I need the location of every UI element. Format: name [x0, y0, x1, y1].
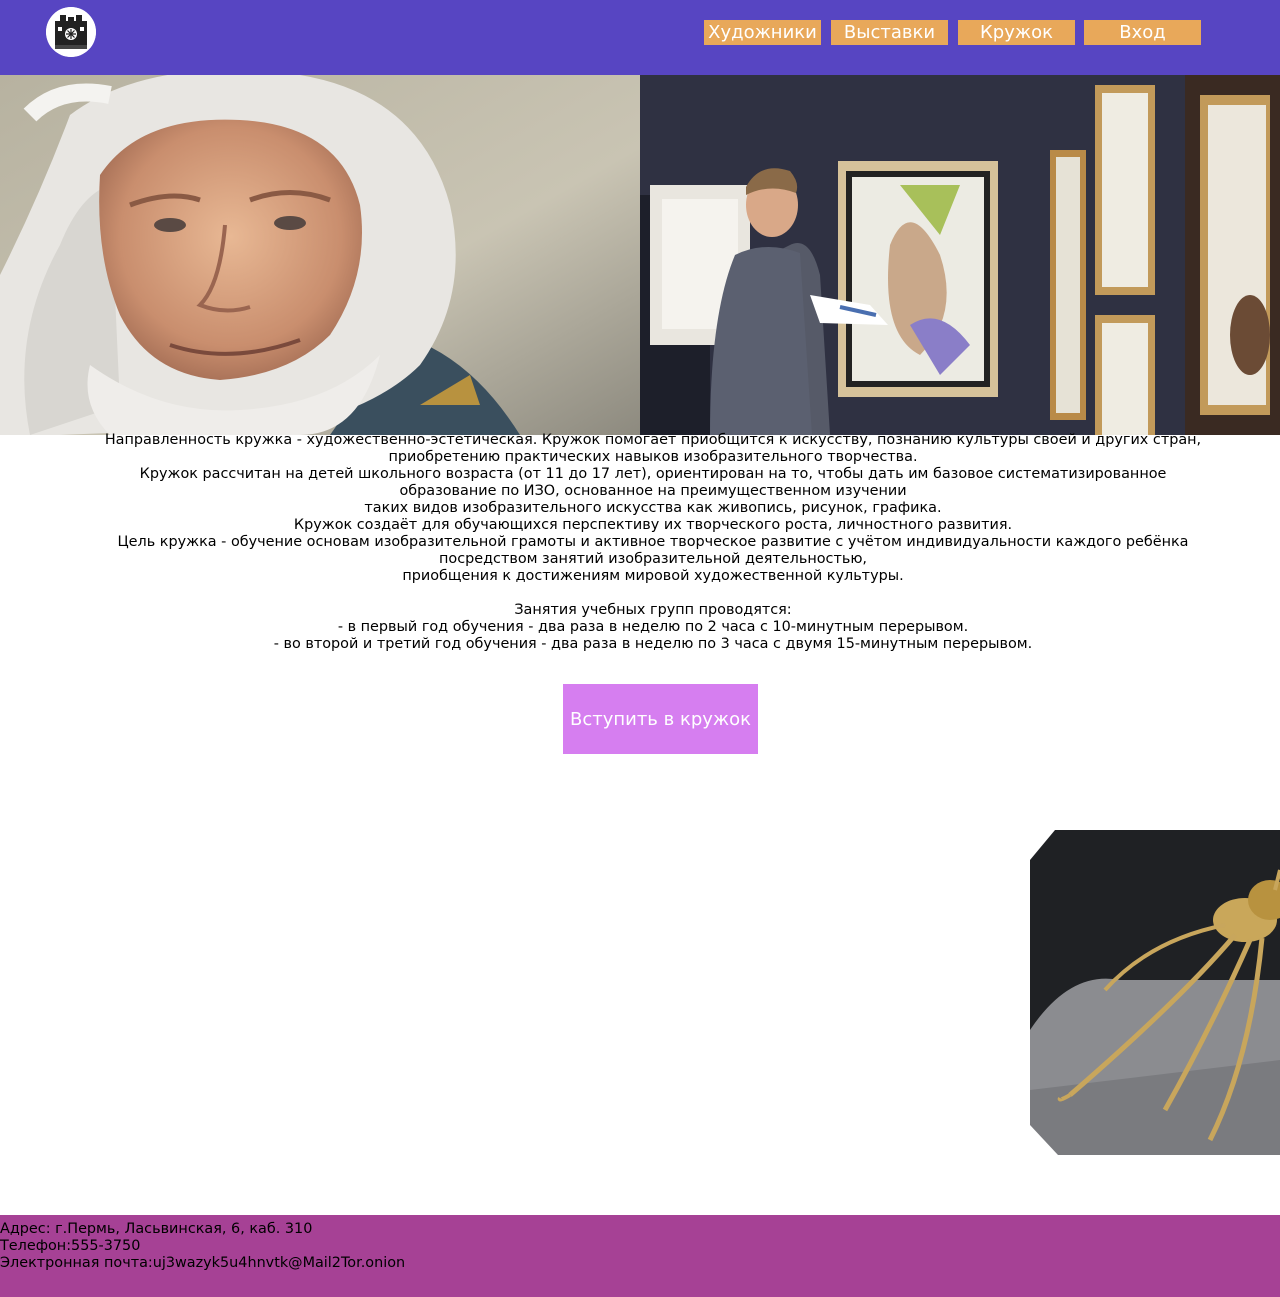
sculpture-photo-image	[1030, 830, 1280, 1155]
site-footer: Адрес: г.Пермь, Ласьвинская, 6, каб. 310…	[0, 1215, 1280, 1297]
footer-email[interactable]: Электронная почта:uj3wazyk5u4hnvtk@Mail2…	[0, 1255, 1280, 1272]
description-line: Кружок создаёт для обучающихся перспекти…	[293, 517, 1013, 533]
schedule-title: Занятия учебных групп проводятся:	[514, 602, 792, 618]
site-header: Художники Выставки Кружок Вход	[0, 0, 1280, 75]
nav-login-button[interactable]: Вход	[1084, 20, 1201, 45]
description-line: Цель кружка - обучение основам изобразит…	[117, 534, 1189, 550]
description-line: приобретению практических навыков изобра…	[388, 449, 918, 465]
footer-address: Адрес: г.Пермь, Ласьвинская, 6, каб. 310	[0, 1221, 313, 1237]
club-description: Направленность кружка - художественно-эс…	[0, 432, 1280, 653]
portrait-painting-image	[0, 75, 640, 435]
schedule-line: - во второй и третий год обучения - два …	[273, 636, 1033, 652]
description-line: Направленность кружка - художественно-эс…	[104, 432, 1202, 448]
description-line: таких видов изобразительного искусства к…	[364, 500, 942, 516]
description-line: Кружок рассчитан на детей школьного возр…	[139, 466, 1167, 482]
join-club-button[interactable]: Вступить в кружок	[563, 684, 758, 754]
description-line: образование по ИЗО, основанное на преиму…	[399, 483, 907, 499]
schedule-line: - в первый год обучения - два раза в нед…	[337, 619, 969, 635]
hero-banner	[0, 75, 1280, 435]
description-line: посредством занятий изобразительной деят…	[438, 551, 868, 567]
nav-club-button[interactable]: Кружок	[958, 20, 1075, 45]
footer-phone: Телефон:555-3750	[0, 1238, 141, 1254]
gallery-photo-image	[640, 75, 1280, 435]
nav-exhibitions-button[interactable]: Выставки	[831, 20, 948, 45]
logo-icon[interactable]	[46, 7, 96, 57]
nav-artists-button[interactable]: Художники	[704, 20, 821, 45]
description-line: приобщения к достижениям мировой художес…	[402, 568, 904, 584]
